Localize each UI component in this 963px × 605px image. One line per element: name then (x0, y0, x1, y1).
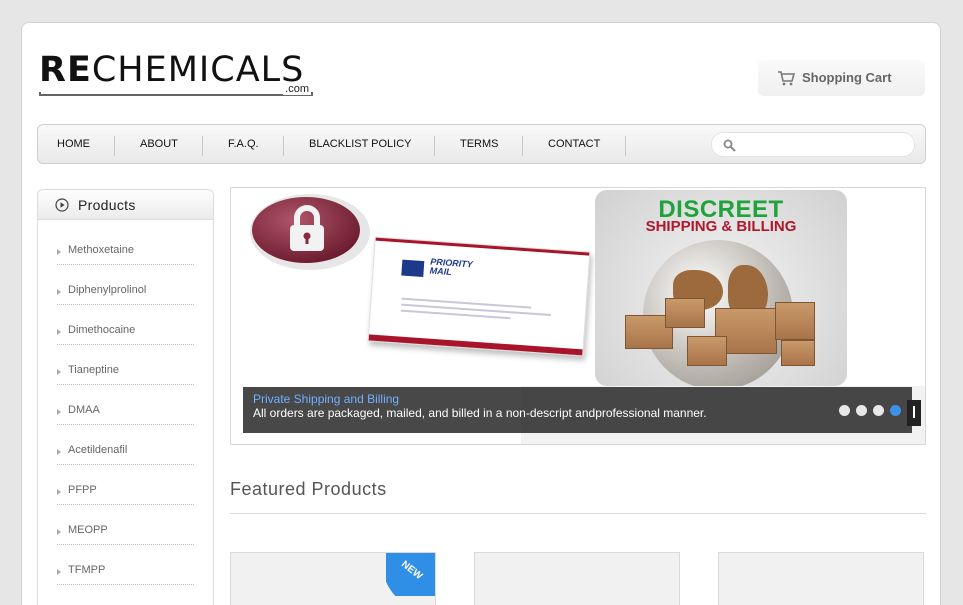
envelope-stripe (368, 334, 583, 356)
cart-label: Shopping Cart (802, 70, 892, 85)
sidebar-item-methoxetaine[interactable]: Methoxetaine (57, 225, 194, 265)
sidebar-item-tianeptine[interactable]: Tianeptine (57, 345, 194, 385)
product-card[interactable]: NEW (230, 552, 436, 605)
eagle-logo (401, 259, 425, 278)
arrow-right-icon (57, 449, 61, 455)
sidebar-item-dmaa[interactable]: DMAA (57, 385, 194, 425)
sidebar-item-label: DMAA (68, 404, 100, 416)
hero-slider[interactable]: PRIORITY MAIL DISCREET SHIPPING & BILLING… (230, 187, 926, 445)
slide-dot-3[interactable] (873, 405, 884, 416)
slider-pause-button[interactable] (907, 400, 921, 426)
nav-faq[interactable]: F.A.Q. (228, 138, 259, 150)
lock-icon (250, 194, 370, 270)
nav-about[interactable]: ABOUT (140, 138, 178, 150)
sidebar-header: Products (38, 190, 213, 220)
sidebar-item-tfmpp[interactable]: TFMPP (57, 545, 194, 585)
package-box (775, 302, 815, 340)
nav-divider (434, 136, 435, 156)
logo-underline (39, 92, 313, 96)
nav-divider (202, 136, 203, 156)
sidebar-item-label: Diphenylprolinol (68, 284, 147, 296)
envelope-stripe (375, 237, 590, 256)
arrow-right-icon (57, 249, 61, 255)
nav-blacklist-policy[interactable]: BLACKLIST POLICY (309, 138, 412, 150)
sidebar-item-label: Dimethocaine (68, 324, 136, 336)
search-box (711, 132, 915, 157)
sidebar-item-dimethocaine[interactable]: Dimethocaine (57, 305, 194, 345)
arrow-right-icon (57, 569, 61, 575)
pause-icon (913, 406, 915, 418)
logo-wordmark: RECHEMICALS (39, 50, 305, 90)
nav-terms[interactable]: TERMS (460, 138, 499, 150)
sidebar-item-label: PFPP (68, 484, 97, 496)
envelope-title: PRIORITY MAIL (429, 256, 474, 278)
products-sidebar: Products Methoxetaine Diphenylprolinol D… (37, 189, 214, 605)
nav-divider (625, 136, 626, 156)
arrow-right-icon (57, 369, 61, 375)
new-badge: NEW (386, 553, 435, 596)
main-nav: HOME ABOUT F.A.Q. BLACKLIST POLICY TERMS… (37, 124, 926, 164)
featured-products-heading: Featured Products (230, 479, 387, 499)
play-circle-icon (55, 198, 69, 212)
arrow-right-icon (57, 489, 61, 495)
cart-icon (778, 71, 795, 86)
product-card[interactable] (718, 552, 924, 605)
sidebar-item-meopp[interactable]: MEOPP (57, 505, 194, 545)
arrow-right-icon (57, 289, 61, 295)
arrow-right-icon (57, 329, 61, 335)
logo-suffix: .com (283, 83, 311, 95)
discreet-shipping-graphic: DISCREET SHIPPING & BILLING (595, 190, 847, 386)
arrow-right-icon (57, 529, 61, 535)
slide-caption: Private Shipping and Billing All orders … (243, 387, 912, 433)
slide-caption-text: All orders are packaged, mailed, and bil… (253, 406, 707, 420)
slide-dot-4[interactable] (890, 405, 901, 416)
slide-dot-1[interactable] (839, 405, 850, 416)
sidebar-item-label: TFMPP (68, 564, 106, 576)
sidebar-item-label: Tianeptine (68, 364, 119, 376)
slide-caption-title[interactable]: Private Shipping and Billing (253, 392, 399, 406)
featured-divider (230, 513, 926, 514)
arrow-right-icon (57, 409, 61, 415)
package-box (665, 298, 705, 328)
priority-mail-envelope: PRIORITY MAIL (367, 236, 591, 357)
nav-divider (283, 136, 284, 156)
discreet-subtitle: SHIPPING & BILLING (645, 218, 797, 235)
nav-divider (522, 136, 523, 156)
page-container: RECHEMICALS .com Shopping Cart HOME ABOU… (21, 22, 941, 605)
sidebar-title: Products (78, 197, 136, 213)
package-box (781, 340, 815, 366)
sidebar-item-pfpp[interactable]: PFPP (57, 465, 194, 505)
sidebar-item-label: MEOPP (68, 524, 108, 536)
nav-home[interactable]: HOME (57, 138, 90, 150)
site-logo[interactable]: RECHEMICALS .com (39, 52, 313, 98)
search-input[interactable] (742, 136, 907, 154)
sidebar-item-diphenylprolinol[interactable]: Diphenylprolinol (57, 265, 194, 305)
shopping-cart-button[interactable]: Shopping Cart (758, 60, 925, 96)
sidebar-item-label: Methoxetaine (68, 244, 135, 256)
sidebar-item-acetildenafil[interactable]: Acetildenafil (57, 425, 194, 465)
sidebar-item-label: Acetildenafil (68, 444, 128, 456)
package-box (687, 336, 727, 366)
slide-dot-2[interactable] (856, 405, 867, 416)
product-card[interactable] (474, 552, 680, 605)
nav-contact[interactable]: CONTACT (548, 138, 600, 150)
search-icon[interactable] (723, 139, 736, 152)
nav-divider (114, 136, 115, 156)
